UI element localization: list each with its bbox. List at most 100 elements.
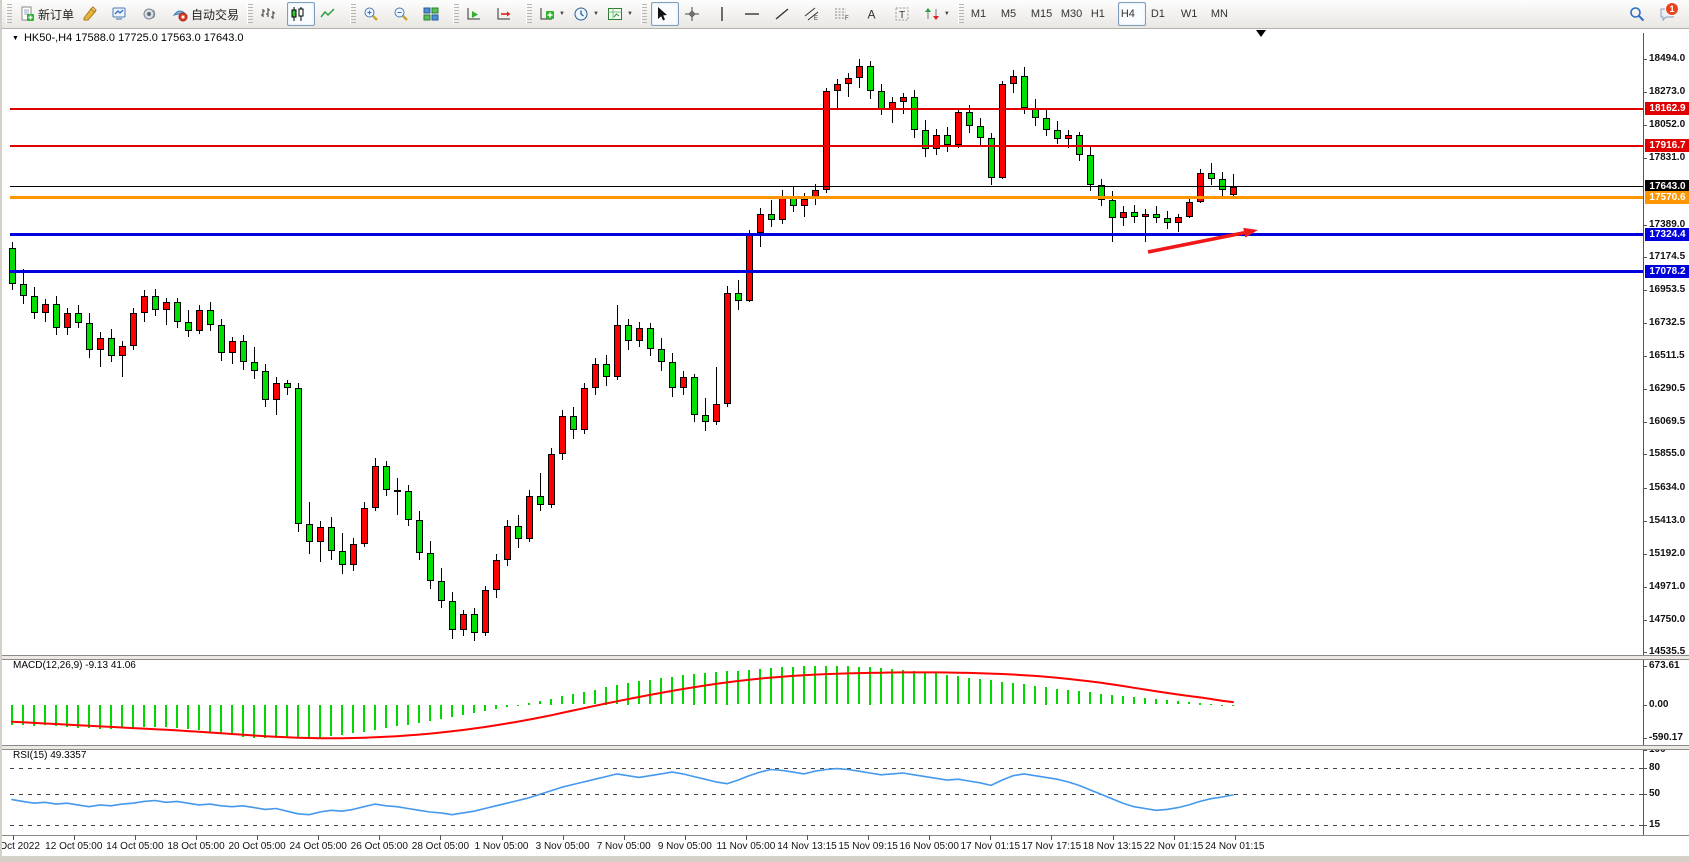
zoom-in-button[interactable] <box>360 2 388 26</box>
candle <box>273 383 280 399</box>
candle <box>97 338 104 350</box>
toolbar-grip[interactable] <box>526 4 532 24</box>
main-macd-splitter[interactable] <box>2 655 1689 660</box>
candle <box>1219 179 1226 189</box>
crosshair-button[interactable] <box>681 2 709 26</box>
macd-histogram-bar <box>880 668 882 705</box>
macd-histogram-bar <box>1144 698 1146 704</box>
candle <box>317 527 324 542</box>
candle <box>361 508 368 544</box>
candle <box>130 313 137 346</box>
macd-histogram-bar <box>11 705 13 725</box>
timeframe-m1[interactable]: M1 <box>968 2 996 26</box>
new-order-button[interactable]: 新订单 <box>16 2 77 26</box>
toolbar-grip[interactable] <box>453 4 459 24</box>
auto-scroll-button[interactable] <box>463 2 491 26</box>
candle <box>471 614 478 633</box>
crosshair-icon <box>684 6 700 22</box>
macd-histogram-bar <box>407 705 409 725</box>
macd-histogram-bar <box>572 694 574 704</box>
toolbar-right-group: 1 <box>1625 2 1685 26</box>
chevron-down-icon[interactable]: ▼ <box>12 35 19 42</box>
search-button[interactable] <box>1626 2 1654 26</box>
candle <box>328 527 335 551</box>
horizontal-line-object[interactable] <box>10 270 1643 273</box>
rsi-level-line <box>10 768 1643 769</box>
toolbar-grip[interactable] <box>641 4 647 24</box>
timeframe-h4[interactable]: H4 <box>1118 2 1146 26</box>
price-axis-label: 18273.0 <box>1649 86 1685 98</box>
candle <box>735 293 742 300</box>
horizontal-line-button[interactable] <box>741 2 769 26</box>
label-button[interactable]: T <box>891 2 919 26</box>
timeframe-d1[interactable]: D1 <box>1148 2 1176 26</box>
zoom-out-button[interactable] <box>390 2 418 26</box>
horizontal-line-object[interactable] <box>10 108 1643 110</box>
toolbar-grip[interactable] <box>350 4 356 24</box>
chart-shift-marker[interactable] <box>1256 30 1266 37</box>
periods-button[interactable]: ▼ <box>570 2 602 26</box>
price-axis-label: 16953.5 <box>1649 284 1685 296</box>
horizontal-line-object[interactable] <box>10 145 1643 147</box>
channel-icon: E <box>804 6 820 22</box>
macd-histogram-bar <box>759 669 761 705</box>
trendline-button[interactable] <box>771 2 799 26</box>
candle <box>680 377 687 387</box>
templates-button[interactable]: ▼ <box>604 2 636 26</box>
macd-histogram-bar <box>1034 686 1036 705</box>
macd-histogram-bar <box>1001 682 1003 705</box>
timeframe-h1[interactable]: H1 <box>1088 2 1116 26</box>
candle <box>449 601 456 631</box>
horizontal-line-object[interactable] <box>10 186 1643 187</box>
notifications-button[interactable]: 1 <box>1656 2 1684 26</box>
market-watch-button[interactable] <box>109 2 137 26</box>
news-sound-button[interactable] <box>139 2 167 26</box>
equidistant-channel-button[interactable]: E <box>801 2 829 26</box>
toolbar-grip[interactable] <box>247 4 253 24</box>
fibonacci-button[interactable]: F <box>831 2 859 26</box>
toolbar-grip[interactable] <box>958 4 964 24</box>
timeframe-m15[interactable]: M15 <box>1028 2 1056 26</box>
auto-trading-button[interactable]: 自动交易 <box>169 2 242 26</box>
macd-rsi-splitter[interactable] <box>2 745 1689 750</box>
text-button[interactable]: A <box>861 2 889 26</box>
bar-chart-button[interactable] <box>257 2 285 26</box>
macd-histogram-bar <box>330 705 332 737</box>
line-chart-button[interactable] <box>317 2 345 26</box>
candle <box>537 496 544 505</box>
candlestick-chart-button[interactable] <box>287 2 315 26</box>
crayon-styles-button[interactable] <box>79 2 107 26</box>
candle <box>1043 118 1050 130</box>
auto-trading-button-label: 自动交易 <box>191 6 239 23</box>
candle <box>108 338 115 356</box>
toolbar-grip[interactable] <box>6 4 12 24</box>
macd-histogram-bar <box>484 705 486 711</box>
macd-histogram-bar <box>660 678 662 704</box>
horizontal-line-object[interactable] <box>10 196 1643 199</box>
tile-windows-button[interactable] <box>420 2 448 26</box>
time-axis-tick <box>440 835 441 840</box>
timeframe-w1[interactable]: W1 <box>1178 2 1206 26</box>
vertical-line-button[interactable] <box>711 2 739 26</box>
macd-axis-label: 673.61 <box>1649 660 1680 672</box>
arrows-button[interactable]: ▼ <box>921 2 953 26</box>
candle-wick <box>903 93 904 114</box>
chart-shift-button[interactable] <box>493 2 521 26</box>
search-icon <box>1629 6 1645 22</box>
indicators-button[interactable]: ▼ <box>536 2 568 26</box>
timeframe-mn[interactable]: MN <box>1208 2 1236 26</box>
time-axis-label: 12 Oct 05:00 <box>45 841 102 852</box>
timeframe-m30[interactable]: M30 <box>1058 2 1086 26</box>
macd-histogram-bar <box>935 673 937 704</box>
candle <box>1230 187 1237 195</box>
cursor-button[interactable] <box>651 2 679 26</box>
macd-axis-label: 0.00 <box>1649 699 1668 711</box>
timeframe-m5[interactable]: M5 <box>998 2 1026 26</box>
crayon-icon <box>82 6 98 22</box>
price-axis-label: 16511.5 <box>1649 350 1685 362</box>
macd-histogram-bar <box>869 667 871 704</box>
horizontal-line-object[interactable] <box>10 233 1643 236</box>
macd-histogram-bar <box>682 675 684 704</box>
price-axis-label: 15634.0 <box>1649 482 1685 494</box>
candle <box>196 310 203 331</box>
